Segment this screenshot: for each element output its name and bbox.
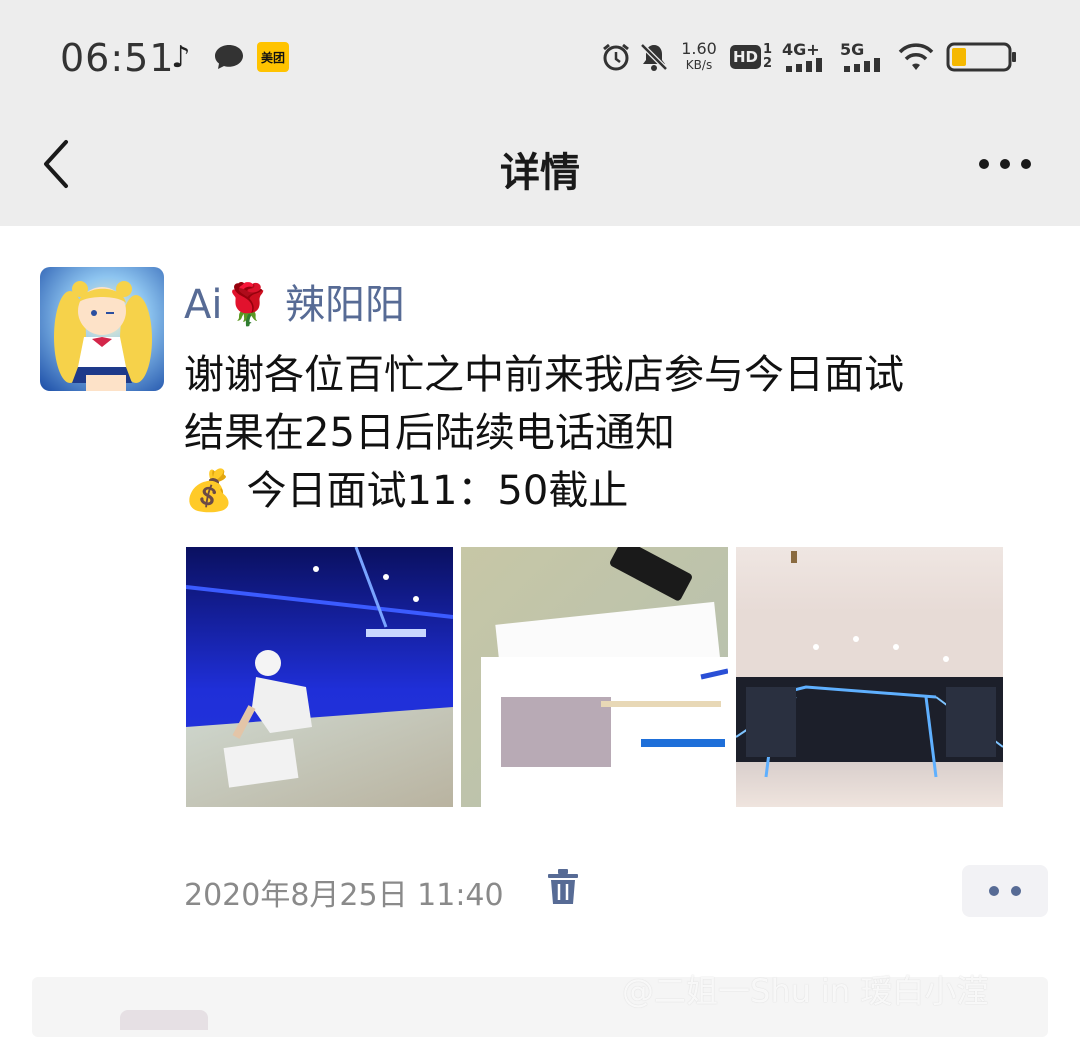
wifi-icon bbox=[896, 40, 936, 74]
dot-icon bbox=[1011, 886, 1021, 896]
status-time: 06:51 bbox=[60, 36, 175, 80]
network-1-label: 4G+ bbox=[782, 40, 820, 59]
signal-4g-icon: 4G+ bbox=[782, 40, 830, 74]
watermark-text: @二姐一Shu in 瑷白小滢 bbox=[622, 972, 989, 1010]
post-line: 结果在25日后陆续电话通知 bbox=[184, 410, 675, 456]
tiktok-icon: ♪ bbox=[171, 39, 191, 75]
hd-voice-icon: HD 1 2 bbox=[728, 40, 774, 74]
network-speed-value: 1.60 bbox=[681, 39, 717, 58]
message-bubble-icon bbox=[212, 40, 246, 74]
post-photo[interactable] bbox=[186, 547, 453, 807]
post-username[interactable]: Ai🌹 辣阳阳 bbox=[184, 272, 405, 330]
network-speed-unit: KB/s bbox=[685, 58, 713, 72]
more-button[interactable] bbox=[972, 152, 1038, 176]
sim-2-label: 2 bbox=[762, 56, 773, 71]
nav-bar: 详情 bbox=[0, 112, 1080, 226]
network-2-label: 5G bbox=[840, 40, 865, 59]
avatar[interactable] bbox=[40, 267, 164, 391]
post-line: 谢谢各位百忙之中前来我店参与今日面试 bbox=[184, 352, 904, 398]
post-photo[interactable] bbox=[736, 547, 1003, 807]
signal-5g-icon: 5G bbox=[840, 40, 886, 74]
meituan-icon: 美团 bbox=[257, 42, 289, 72]
post-timestamp: 2020年8月25日 11:40 bbox=[184, 878, 504, 913]
battery-icon bbox=[946, 42, 1018, 72]
page-title: 详情 bbox=[500, 150, 580, 196]
network-speed: 1.60 KB/s bbox=[678, 40, 720, 74]
alarm-icon bbox=[600, 40, 632, 74]
trash-icon bbox=[548, 869, 578, 904]
post-photo[interactable] bbox=[461, 547, 728, 807]
sim-1-label: 1 bbox=[762, 42, 773, 57]
status-bar: 06:51 ♪ 美团 1.60 KB/s HD 1 2 4G+ 5G bbox=[0, 0, 1080, 112]
like-comment-button[interactable] bbox=[962, 865, 1048, 917]
delete-button[interactable] bbox=[546, 868, 580, 906]
dot-icon bbox=[989, 886, 999, 896]
commenter-avatar[interactable] bbox=[120, 1010, 208, 1030]
more-horizontal-icon bbox=[979, 159, 1031, 169]
hd-label: HD bbox=[729, 45, 761, 69]
post-content: 谢谢各位百忙之中前来我店参与今日面试 结果在25日后陆续电话通知 💰 今日面试1… bbox=[184, 346, 1044, 520]
post-line: 💰 今日面试11：50截止 bbox=[184, 468, 629, 514]
mute-bell-icon bbox=[638, 40, 670, 74]
